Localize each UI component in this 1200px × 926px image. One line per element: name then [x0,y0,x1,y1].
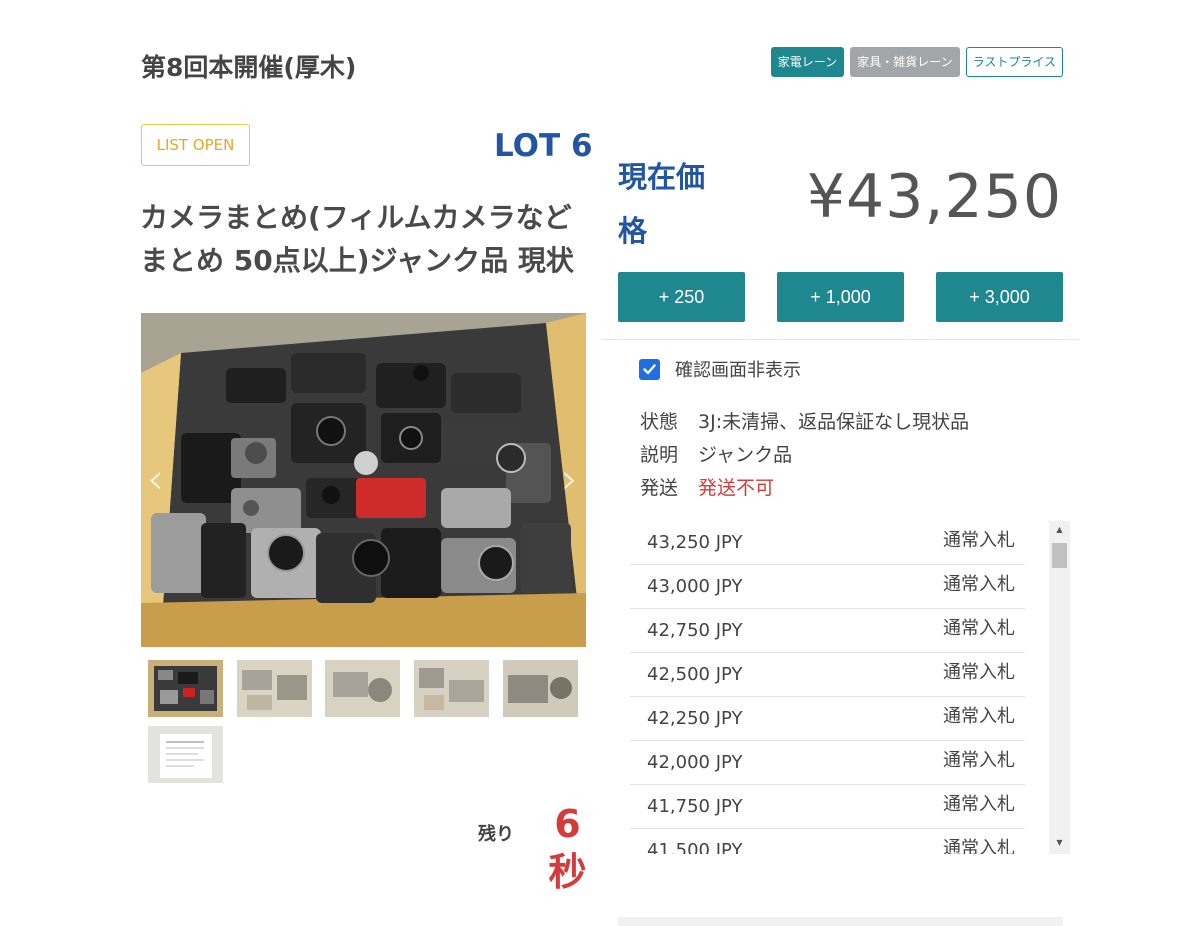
detail-description: 説明 ジャンク品 [640,439,969,472]
thumbnail-image [237,660,312,717]
bid-type: 通常入札 [943,617,1015,639]
bid-plus-3000-button[interactable]: + 3,000 [936,272,1063,322]
detail-shipping: 発送 発送不可 [640,472,969,505]
detail-key: 発送 [640,477,679,499]
bid-amount: 41,500 JPY [647,840,743,854]
detail-value: 3J:未清掃、返品保証なし現状品 [698,411,970,433]
bid-type: 通常入札 [943,837,1015,855]
scrollbar-thumb[interactable] [1052,543,1067,568]
bid-amount: 43,000 JPY [647,576,743,597]
bid-plus-250-button[interactable]: + 250 [618,272,745,322]
thumbnail-2[interactable] [237,660,312,717]
bid-increment-buttons: + 250 + 1,000 + 3,000 [618,272,1063,322]
bid-type: 通常入札 [943,661,1015,683]
carousel-prev-icon[interactable]: ‹ [147,458,164,500]
bid-amount: 43,250 JPY [647,532,743,553]
lot-number: LOT 6 [494,128,593,164]
detail-condition: 状態 3J:未清掃、返品保証なし現状品 [640,406,969,439]
bid-type: 通常入札 [943,705,1015,727]
bid-type: 通常入札 [943,793,1015,815]
bid-history-row: 42,750 JPY 通常入札 [630,609,1025,653]
bid-history-scrollbar[interactable]: ▲ ▼ [1049,521,1070,854]
scroll-up-icon[interactable]: ▲ [1049,523,1070,537]
main-product-image: ‹ › [141,313,586,647]
thumbnail-image [148,726,223,783]
thumbnail-6[interactable] [148,726,223,783]
thumbnail-3[interactable] [325,660,400,717]
event-title: 第8回本開催(厚木) [141,53,357,82]
time-remaining-label: 残り [478,824,514,845]
lane-tab-appliances[interactable]: 家電レーン [770,47,845,77]
bid-history-list: 43,250 JPY 通常入札 43,000 JPY 通常入札 42,750 JPY… [630,521,1025,854]
thumbnail-image [325,660,400,717]
bid-amount: 42,750 JPY [647,620,743,641]
bid-type: 通常入札 [943,573,1015,595]
bid-amount: 41,750 JPY [647,796,743,817]
bid-history-row: 42,000 JPY 通常入札 [630,741,1025,785]
thumbnail-image [503,660,578,717]
carousel-next-icon[interactable]: › [561,458,578,500]
checkmark-icon [643,363,656,374]
bid-amount: 42,000 JPY [647,752,743,773]
cameras-in-box-illustration [141,313,586,647]
hide-confirm-toggle[interactable]: 確認画面非表示 [639,356,801,382]
detail-key: 状態 [640,411,679,433]
detail-key: 説明 [640,444,679,466]
hide-confirm-label: 確認画面非表示 [675,360,801,381]
bid-type: 通常入札 [943,529,1015,551]
current-price-label: 現在価格 [618,160,706,248]
current-price-value: ¥43,250 [806,162,1062,232]
bottom-scroll-track [618,917,1063,926]
item-title: カメラまとめ(フィルムカメラなどまとめ 50点以上)ジャンク品 現状 [140,201,574,277]
detail-value: 発送不可 [698,477,775,499]
thumbnail-image [414,660,489,717]
thumbnail-1[interactable] [148,660,223,717]
bid-history-row: 43,250 JPY 通常入札 [630,521,1025,565]
scroll-down-icon[interactable]: ▼ [1049,836,1070,850]
thumbnail-5[interactable] [503,660,578,717]
section-divider [602,339,1079,340]
bid-history-row: 43,000 JPY 通常入札 [630,565,1025,609]
detail-value: ジャンク品 [698,444,793,466]
thumbnail-image [148,660,223,717]
bid-history-row: 41,500 JPY 通常入札 [630,829,1025,855]
bid-history-row: 42,500 JPY 通常入札 [630,653,1025,697]
bid-amount: 42,250 JPY [647,708,743,729]
lane-tab-last-price[interactable]: ラストプライス [965,47,1063,77]
lane-tab-furniture[interactable]: 家具・雑貨レーン [850,47,960,77]
bid-history-row: 41,750 JPY 通常入札 [630,785,1025,829]
bid-type: 通常入札 [943,749,1015,771]
bid-history-row: 42,250 JPY 通常入札 [630,697,1025,741]
bid-history-panel[interactable]: 43,250 JPY 通常入札 43,000 JPY 通常入札 42,750 JPY… [630,521,1070,854]
bid-amount: 42,500 JPY [647,664,743,685]
checkbox-checked-icon[interactable] [639,358,660,380]
thumbnail-4[interactable] [414,660,489,717]
time-remaining-value: 6秒 [548,802,587,894]
lane-tabs: 家電レーン 家具・雑貨レーン ラストプライス [770,47,1063,77]
list-status-badge: LIST OPEN [141,124,250,166]
bid-plus-1000-button[interactable]: + 1,000 [777,272,904,322]
lot-details: 状態 3J:未清掃、返品保証なし現状品 説明 ジャンク品 発送 発送不可 [640,406,969,505]
